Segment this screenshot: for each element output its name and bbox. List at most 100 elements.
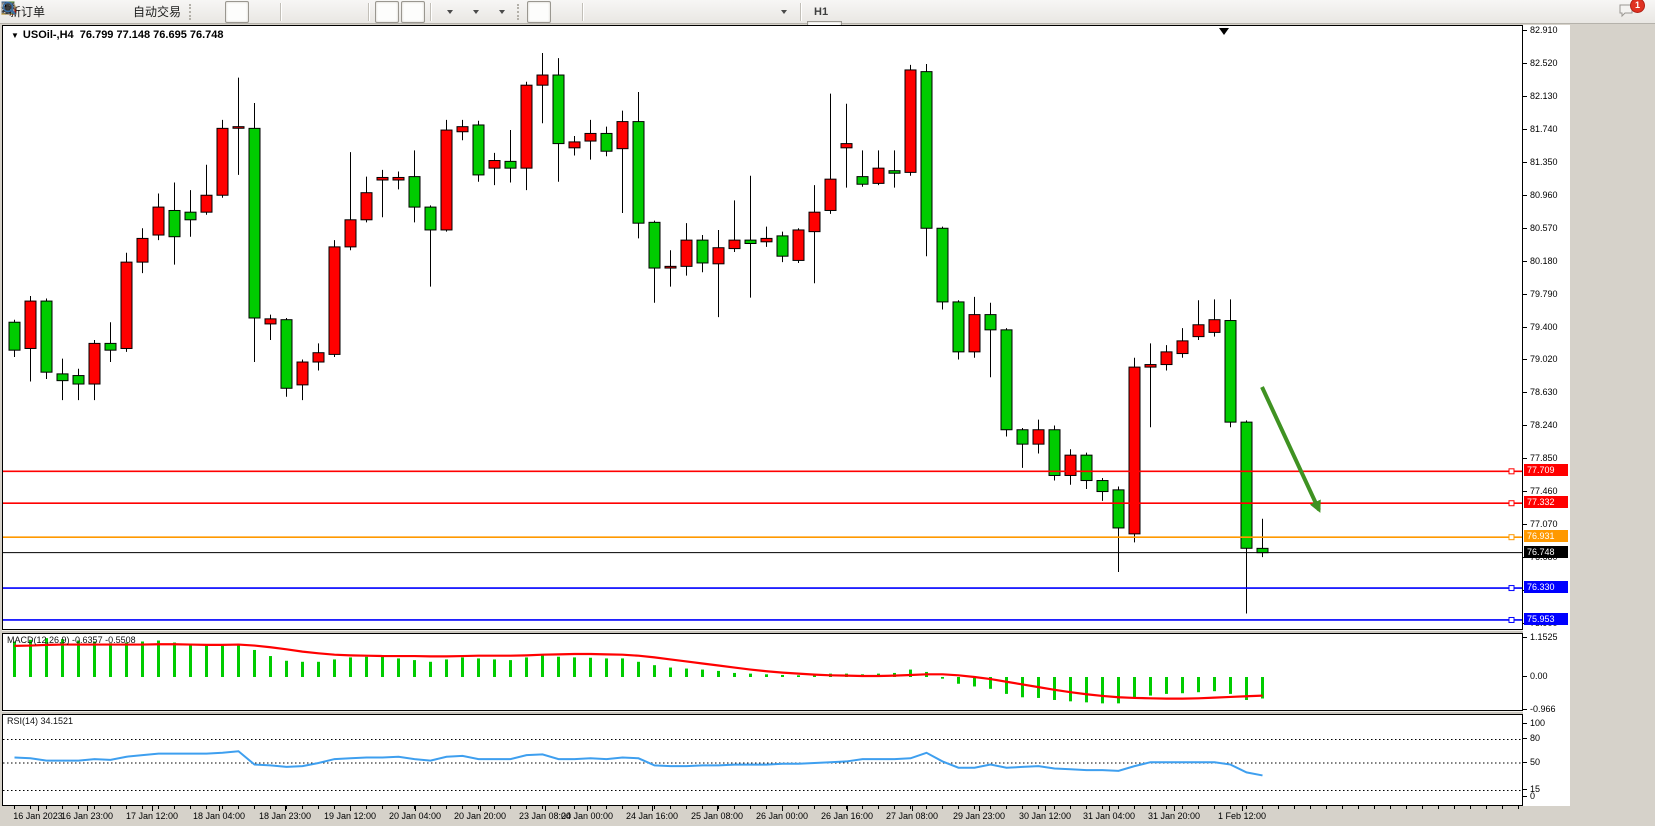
price-pane[interactable]: ▼USOil-,H4 76.799 77.148 76.695 76.748 <box>2 25 1523 630</box>
time-minor-tick <box>606 806 607 809</box>
macd-tick: 0.00 <box>1523 671 1548 682</box>
time-minor-tick <box>446 806 447 809</box>
time-minor-tick <box>702 806 703 809</box>
signals-button[interactable] <box>103 1 127 23</box>
time-minor-tick <box>366 806 367 809</box>
timeframe-button-H1[interactable]: H1 <box>807 3 842 21</box>
horizontal-line-button[interactable] <box>615 1 639 23</box>
search-icon <box>0 0 18 17</box>
market-watch-button[interactable] <box>51 1 75 23</box>
candle-body <box>937 228 948 302</box>
time-minor-tick <box>62 806 63 809</box>
indicators-button[interactable] <box>437 1 461 23</box>
line-handle[interactable] <box>1509 501 1514 506</box>
chart-shift-button[interactable] <box>401 1 425 23</box>
line-chart-button[interactable] <box>251 1 275 23</box>
time-minor-tick <box>1102 806 1103 809</box>
current-price-label: 76.748 <box>1524 546 1568 558</box>
time-label: 16 Jan 23:00 <box>61 811 113 821</box>
time-label: 26 Jan 16:00 <box>821 811 873 821</box>
price-axis[interactable]: 82.91082.52082.13081.74081.35080.96080.5… <box>1523 25 1570 806</box>
annotation-arrow[interactable] <box>1262 387 1319 510</box>
candle-body <box>697 240 708 263</box>
time-minor-tick <box>910 806 911 809</box>
rsi-value: 34.1521 <box>41 716 74 726</box>
time-label: 24 Jan 16:00 <box>626 811 678 821</box>
candle-body <box>729 240 740 248</box>
candle-body <box>233 127 244 129</box>
notifications-button[interactable]: 1 <box>1616 1 1640 23</box>
line-handle[interactable] <box>1509 586 1514 591</box>
rsi-label: RSI(14) 34.1521 <box>7 716 73 726</box>
macd-pane[interactable]: MACD(12,26,9) -0.6357 -0.5508 <box>2 633 1523 711</box>
candle-body <box>297 362 308 385</box>
candle-body <box>377 177 388 180</box>
candle-body <box>649 222 660 268</box>
candle-body <box>153 207 164 235</box>
chart-expander-icon[interactable]: ▼ <box>11 31 19 40</box>
line-handle[interactable] <box>1509 535 1514 540</box>
time-minor-tick <box>1358 806 1359 809</box>
candle-body <box>953 302 964 352</box>
periods-button[interactable] <box>463 1 487 23</box>
cursor-button[interactable] <box>527 1 551 23</box>
autotrading-button[interactable]: 自动交易 <box>129 1 185 23</box>
time-minor-tick <box>206 806 207 809</box>
templates-button[interactable] <box>489 1 513 23</box>
time-minor-tick <box>1086 806 1087 809</box>
macd-chart <box>3 634 1522 710</box>
vertical-line-button[interactable] <box>589 1 613 23</box>
time-minor-tick <box>318 806 319 809</box>
candle-body <box>41 301 52 372</box>
time-axis[interactable]: 16 Jan 202316 Jan 23:0017 Jan 12:0018 Ja… <box>2 806 1570 826</box>
arrows-button[interactable] <box>771 1 795 23</box>
time-label: 29 Jan 23:00 <box>953 811 1005 821</box>
bar-chart-button[interactable] <box>199 1 223 23</box>
price-tick: 82.910 <box>1523 25 1558 36</box>
candle-body <box>665 266 676 268</box>
candle-body <box>1001 330 1012 430</box>
line-handle[interactable] <box>1509 617 1514 622</box>
text-button[interactable]: A <box>719 1 743 23</box>
zoom-out-button[interactable] <box>313 1 337 23</box>
candle-body <box>841 144 852 148</box>
time-label: 31 Jan 20:00 <box>1148 811 1200 821</box>
text-label-button[interactable]: T <box>745 1 769 23</box>
auto-scroll-button[interactable] <box>375 1 399 23</box>
crosshair-button[interactable] <box>553 1 577 23</box>
zoom-in-button[interactable] <box>287 1 311 23</box>
candle-body <box>1257 548 1268 552</box>
candle-body <box>345 220 356 247</box>
time-minor-tick <box>990 806 991 809</box>
line-handle[interactable] <box>1509 469 1514 474</box>
equidistant-channel-button[interactable]: E <box>667 1 691 23</box>
candle-body <box>569 142 580 148</box>
time-minor-tick <box>1118 806 1119 809</box>
candle-body <box>1161 352 1172 365</box>
chart-window: ▼USOil-,H4 76.799 77.148 76.695 76.748 M… <box>2 25 1570 826</box>
time-label: 31 Jan 04:00 <box>1083 811 1135 821</box>
time-minor-tick <box>1214 806 1215 809</box>
toolbar-separator <box>280 3 282 21</box>
price-tick: 80.180 <box>1523 256 1558 267</box>
candle-body <box>361 193 372 220</box>
trendline-button[interactable] <box>641 1 665 23</box>
data-window-button[interactable] <box>77 1 101 23</box>
candle-body <box>9 322 20 350</box>
time-label: 18 Jan 04:00 <box>193 811 245 821</box>
search-button[interactable] <box>1583 1 1607 23</box>
time-minor-tick <box>670 806 671 809</box>
candle-body <box>249 128 260 318</box>
time-label: 27 Jan 08:00 <box>886 811 938 821</box>
time-minor-tick <box>830 806 831 809</box>
price-tick: 77.850 <box>1523 453 1558 464</box>
time-label: 26 Jan 00:00 <box>756 811 808 821</box>
time-minor-tick <box>1038 806 1039 809</box>
candle-body <box>201 195 212 212</box>
candle-body <box>281 320 292 389</box>
rsi-pane[interactable]: RSI(14) 34.1521 <box>2 714 1523 806</box>
macd-label: MACD(12,26,9) -0.6357 -0.5508 <box>7 635 136 645</box>
tile-windows-button[interactable] <box>339 1 363 23</box>
candlestick-chart-button[interactable] <box>225 1 249 23</box>
fibonacci-button[interactable]: F <box>693 1 717 23</box>
